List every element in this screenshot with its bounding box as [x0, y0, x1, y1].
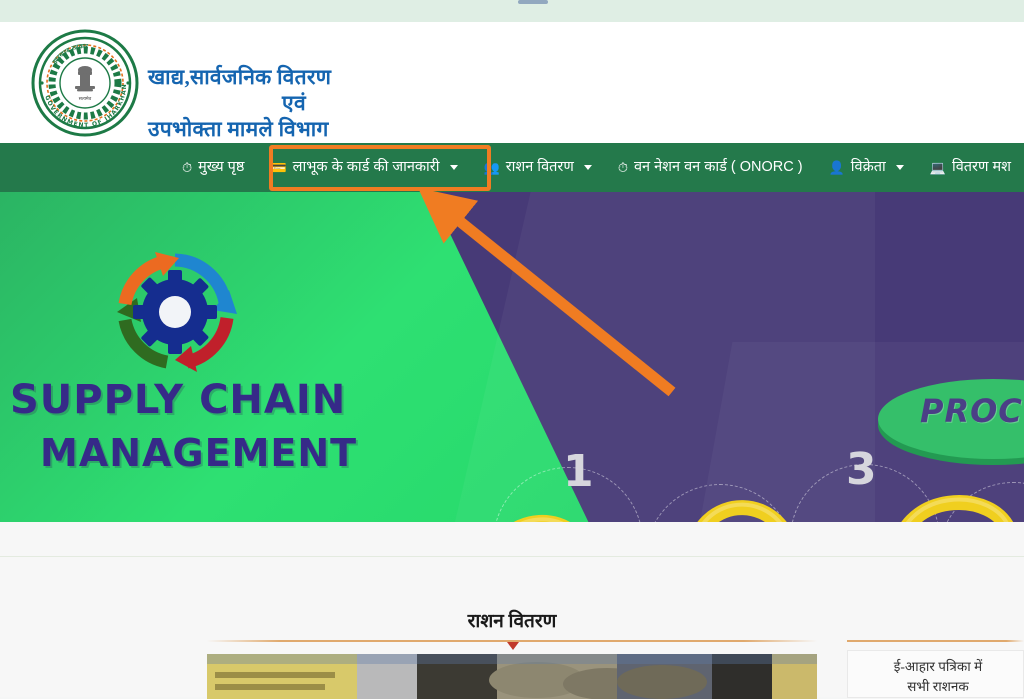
- nav-item-onorc-label: वन नेशन वन कार्ड ( ONORC ): [633, 159, 803, 176]
- right-card-rule: [847, 640, 1024, 642]
- device-icon: 💻: [929, 160, 946, 175]
- jharkhand-emblem-icon: सत्यमेव झारखण्ड सरकार GOVERNMENT OF JHAR…: [27, 23, 140, 138]
- section-caret-icon: [507, 642, 519, 650]
- svg-text:सत्यमेव: सत्यमेव: [79, 95, 92, 102]
- site-title-line1: खाद्य,सार्वजनिक वितरण: [148, 65, 332, 89]
- nav-item-distribution-machine[interactable]: 💻 वितरण मश: [917, 146, 1024, 189]
- section-title-ration-distribution: राशन वितरण: [467, 611, 557, 632]
- site-title-line3: उपभोक्ता मामले विभाग: [148, 117, 329, 142]
- nav-item-ration-distribution-label: राशन वितरण: [505, 159, 574, 176]
- e-aahar-line2: सभी राशनक: [907, 679, 969, 695]
- hero-carousel[interactable]: SUPPLY CHAIN MANAGEMENT 1 2 3 4 FCI Purc…: [0, 192, 1024, 522]
- step-number-1: 1: [563, 446, 594, 497]
- ration-distribution-photo[interactable]: [207, 654, 817, 699]
- nav-item-distribution-machine-label: वितरण मश: [951, 159, 1011, 176]
- banner-title-line2: MANAGEMENT: [40, 431, 358, 475]
- scrollbar-fragment[interactable]: [518, 0, 548, 4]
- clock-icon: ⏱: [617, 160, 628, 175]
- nav-item-home[interactable]: ⏱ मुख्य पृष्ठ: [169, 146, 258, 189]
- chevron-down-icon: [583, 165, 592, 170]
- clock-icon: ⏱: [181, 160, 193, 175]
- card-icon: 💳: [270, 160, 287, 175]
- nav-item-vendor[interactable]: 👤 विक्रेता: [816, 146, 917, 189]
- supply-cycle-gear-icon: [105, 242, 245, 382]
- banner-title: SUPPLY CHAIN MANAGEMENT: [10, 380, 440, 472]
- step-number-3: 3: [846, 444, 877, 495]
- nav-item-beneficiary-card-info[interactable]: 💳 लाभूक के कार्ड की जानकारी: [257, 146, 470, 189]
- nav-item-vendor-label: विक्रेता: [850, 159, 886, 176]
- e-aahar-card-text: ई-आहार पत्रिका में सभी राशनक: [852, 657, 1024, 698]
- banner-title-line1: SUPPLY CHAIN: [10, 377, 347, 423]
- site-title-line2: एवं: [282, 91, 306, 116]
- nav-item-home-label: मुख्य पृष्ठ: [198, 159, 245, 176]
- site-header: सत्यमेव झारखण्ड सरकार GOVERNMENT OF JHAR…: [0, 22, 1024, 143]
- e-aahar-line1: ई-आहार पत्रिका में: [893, 659, 983, 674]
- nav-item-beneficiary-card-info-label: लाभूक के कार्ड की जानकारी: [292, 159, 440, 176]
- nav-item-onorc[interactable]: ⏱ वन नेशन वन कार्ड ( ONORC ): [605, 146, 816, 189]
- user-icon: 👤: [828, 160, 845, 175]
- content-section: राशन वितरण ई-आहार पत्रिका में सभी राशनक: [0, 522, 1024, 699]
- site-title: खाद्य,सार्वजनिक वितरण एवं उपभोक्ता मामले…: [148, 64, 568, 142]
- top-strip: [0, 0, 1024, 22]
- content-divider: [0, 556, 1024, 557]
- process-badge-label: PROC: [920, 392, 1023, 430]
- main-navigation[interactable]: ⏱ मुख्य पृष्ठ 💳 लाभूक के कार्ड की जानकार…: [0, 143, 1024, 192]
- chevron-down-icon: [449, 165, 458, 170]
- people-icon: 👥: [483, 160, 500, 175]
- nav-item-ration-distribution[interactable]: 👥 राशन वितरण: [471, 146, 605, 189]
- chevron-down-icon: [895, 165, 904, 170]
